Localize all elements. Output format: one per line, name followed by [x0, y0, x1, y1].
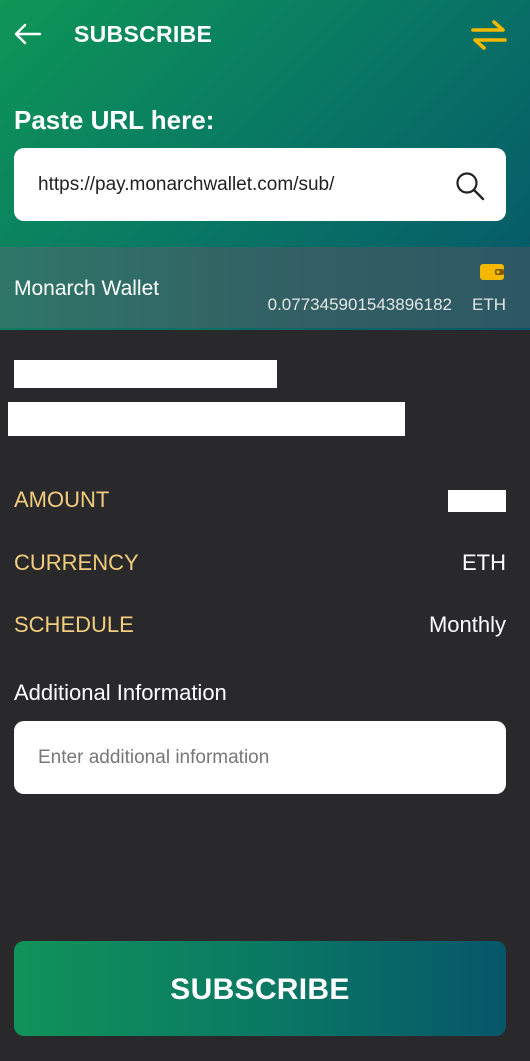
- schedule-value: Monthly: [428, 612, 506, 637]
- additional-info-placeholder: Enter additional information: [38, 747, 270, 768]
- currency-label: CURRENCY: [14, 550, 139, 575]
- amount-value-redacted: [448, 490, 506, 512]
- wallet-balance: 0.077345901543896182: [267, 295, 452, 314]
- subscribe-button-label: SUBSCRIBE: [170, 973, 350, 1006]
- subscribe-button[interactable]: SUBSCRIBE: [14, 941, 506, 1036]
- url-input[interactable]: https://pay.monarchwallet.com/sub/: [14, 148, 506, 221]
- additional-info-input[interactable]: Enter additional information: [14, 721, 506, 794]
- wallet-balance-unit: ETH: [472, 295, 506, 314]
- page-title: SUBSCRIBE: [74, 21, 213, 47]
- currency-value: ETH: [462, 550, 506, 575]
- wallet-name: Monarch Wallet: [14, 277, 160, 300]
- swap-button[interactable]: [470, 18, 508, 52]
- wallet-card[interactable]: Monarch Wallet 0.077345901543896182 ETH: [0, 247, 530, 328]
- wallet-icon: [480, 263, 504, 281]
- back-button[interactable]: [12, 18, 44, 50]
- swap-arrows-icon: [471, 20, 507, 50]
- paste-url-label: Paste URL here:: [14, 105, 215, 135]
- additional-info-label: Additional Information: [14, 680, 227, 705]
- url-input-value: https://pay.monarchwallet.com/sub/: [38, 174, 335, 195]
- redacted-block: [14, 360, 277, 388]
- search-button[interactable]: [454, 170, 486, 202]
- arrow-left-icon: [14, 23, 42, 45]
- search-icon: [456, 172, 485, 201]
- redacted-block: [8, 402, 405, 436]
- schedule-label: SCHEDULE: [14, 612, 134, 637]
- amount-label: AMOUNT: [14, 487, 110, 512]
- top-bar: SUBSCRIBE: [0, 0, 530, 70]
